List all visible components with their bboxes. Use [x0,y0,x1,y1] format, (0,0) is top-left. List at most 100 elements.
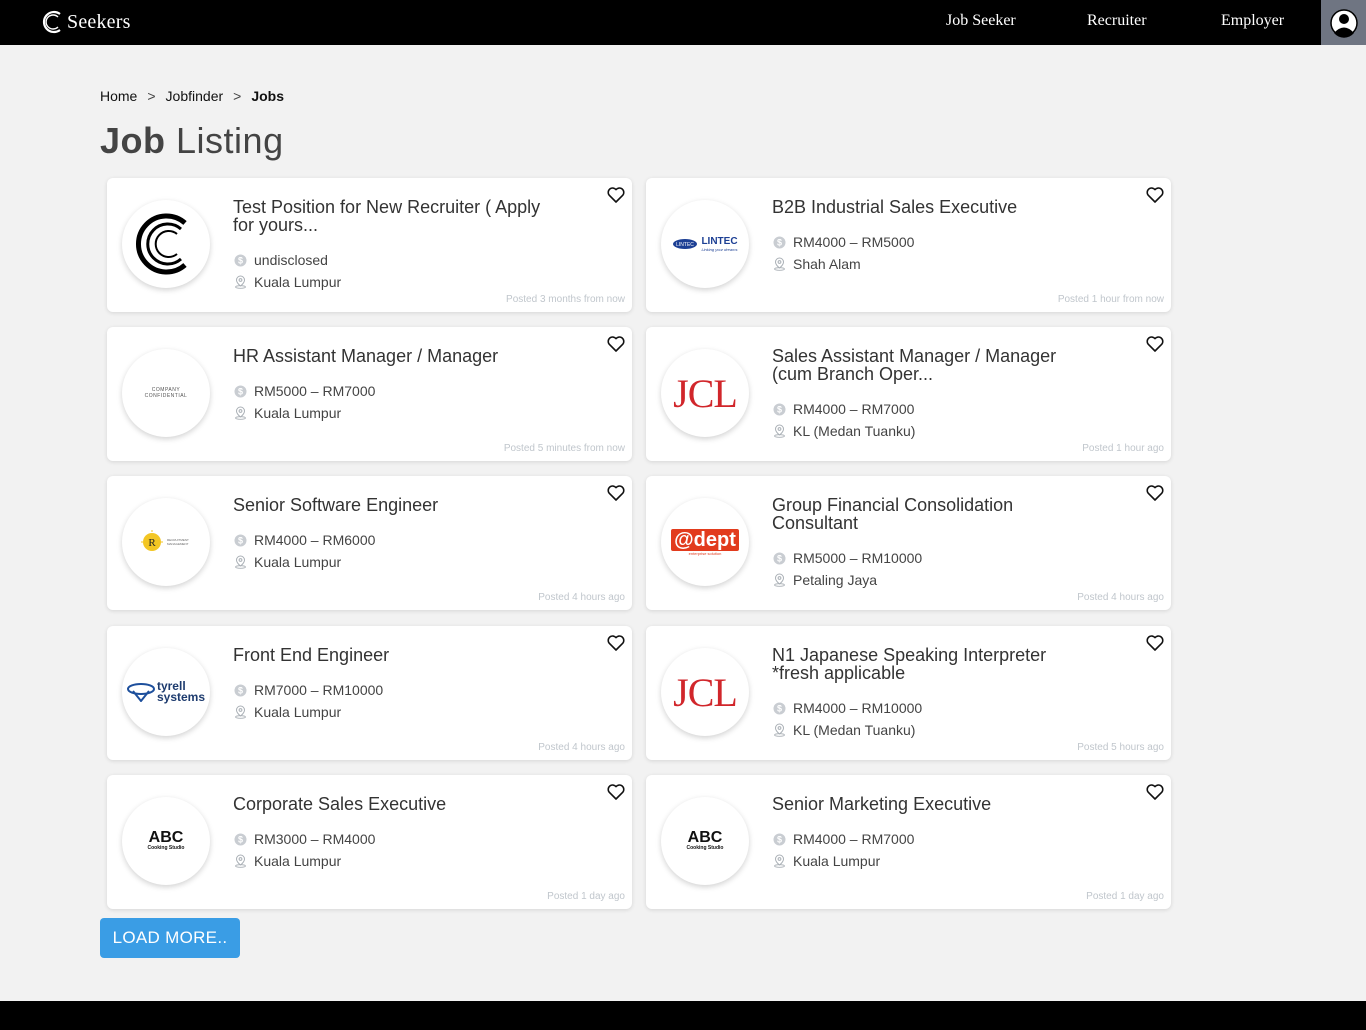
location-row: Kuala Lumpur [772,853,880,869]
company-logo: R RECRUITMENT MANAGEMENT [122,498,210,586]
heart-icon[interactable] [606,334,626,354]
top-navbar: Seekers Job Seeker Recruiter Employer [0,0,1366,45]
heart-icon[interactable] [606,483,626,503]
job-title[interactable]: Corporate Sales Executive [233,795,543,813]
job-card[interactable]: R RECRUITMENT MANAGEMENT Senior Software… [107,476,632,610]
user-icon [1329,8,1358,38]
user-avatar-button[interactable] [1321,0,1366,45]
salary-text: RM4000 – RM6000 [254,532,376,548]
posted-time: Posted 5 minutes from now [503,443,625,454]
nav-recruiter[interactable]: Recruiter [1087,12,1147,30]
salary-row: $ RM4000 – RM5000 [772,234,914,250]
job-title[interactable]: Senior Marketing Executive [772,795,1082,813]
breadcrumb-jobfinder[interactable]: Jobfinder [166,88,224,104]
location-pin-icon [233,854,247,868]
heart-icon[interactable] [1145,782,1165,802]
location-text: Kuala Lumpur [793,853,881,869]
brand-name: Seekers [67,10,131,33]
load-more-button[interactable]: LOAD MORE.. [100,918,240,958]
heart-icon[interactable] [1145,334,1165,354]
job-title[interactable]: Front End Engineer [233,646,543,664]
job-card[interactable]: ABC Cooking Studio Senior Marketing Exec… [646,775,1171,909]
posted-time: Posted 5 hours ago [1077,742,1164,753]
salary-text: RM4000 – RM10000 [793,700,923,716]
chevron-right-icon: > [233,88,242,104]
job-title[interactable]: Test Position for New Recruiter ( Apply … [233,198,543,234]
heart-icon[interactable] [1145,185,1165,205]
company-logo: LINTEC LINTEC Linking your dreams [661,200,749,288]
dollar-icon: $ [772,832,786,846]
nav-job-seeker[interactable]: Job Seeker [946,12,1016,30]
job-title[interactable]: HR Assistant Manager / Manager [233,347,543,365]
page-title-rest: Listing [176,120,284,161]
job-card[interactable]: Test Position for New Recruiter ( Apply … [107,178,632,312]
job-card[interactable]: @dept enterprise solution Group Financia… [646,476,1171,610]
location-row: Kuala Lumpur [233,704,341,720]
dollar-icon: $ [772,551,786,565]
job-card[interactable]: tyrell systems Front End Engineer $ RM700… [107,626,632,760]
job-card[interactable]: JCL N1 Japanese Speaking Interpreter *fr… [646,626,1171,760]
heart-icon[interactable] [606,782,626,802]
abc-cooking-studio-icon: ABC Cooking Studio [147,829,185,852]
svg-text:LINTEC: LINTEC [677,242,695,248]
salary-row: $ RM5000 – RM7000 [233,383,375,399]
brand-logo[interactable]: Seekers [40,9,131,35]
job-card[interactable]: LINTEC LINTEC Linking your dreams B2B Ind… [646,178,1171,312]
salary-text: RM5000 – RM7000 [254,383,376,399]
chevron-right-icon: > [147,88,156,104]
breadcrumb-current: Jobs [251,88,285,104]
job-title[interactable]: B2B Industrial Sales Executive [772,198,1082,216]
posted-time: Posted 1 day ago [1086,891,1164,902]
salary-text: RM4000 – RM7000 [793,401,915,417]
heart-icon[interactable] [1145,483,1165,503]
company-logo: JCL [661,648,749,736]
job-title[interactable]: N1 Japanese Speaking Interpreter *fresh … [772,646,1082,682]
svg-text:$: $ [776,703,781,713]
location-text: KL (Medan Tuanku) [793,722,916,738]
job-card[interactable]: COMPANY CONFIDENTIAL HR Assistant Manage… [107,327,632,461]
dollar-icon: $ [233,533,247,547]
salary-row: $ RM5000 – RM10000 [772,550,922,566]
abc-cooking-studio-icon: ABC Cooking Studio [686,829,724,852]
location-row: KL (Medan Tuanku) [772,423,915,439]
location-text: Kuala Lumpur [254,554,342,570]
salary-text: RM3000 – RM4000 [254,831,376,847]
company-logo [122,200,210,288]
dollar-icon: $ [233,832,247,846]
dollar-icon: $ [233,253,247,267]
heart-icon[interactable] [1145,633,1165,653]
job-title[interactable]: Sales Assistant Manager / Manager (cum B… [772,347,1082,383]
posted-time: Posted 1 day ago [547,891,625,902]
location-pin-icon [233,555,247,569]
salary-text: undisclosed [254,252,328,268]
svg-text:$: $ [776,404,781,414]
lintec-company-icon: LINTEC LINTEC Linking your dreams [672,236,738,252]
job-title[interactable]: Group Financial Consolidation Consultant [772,496,1082,532]
location-pin-icon [233,406,247,420]
svg-text:R: R [148,537,156,549]
page-title-bold: Job [100,120,166,161]
company-logo: @dept enterprise solution [661,498,749,586]
nav-employer[interactable]: Employer [1221,12,1284,30]
heart-icon[interactable] [606,185,626,205]
job-card[interactable]: ABC Cooking Studio Corporate Sales Execu… [107,775,632,909]
location-pin-icon [772,854,786,868]
posted-time: Posted 4 hours ago [538,742,625,753]
jcl-company-icon: JCL [673,370,738,416]
company-confidential-icon: COMPANY CONFIDENTIAL [144,387,188,399]
heart-icon[interactable] [606,633,626,653]
svg-text:$: $ [237,386,242,396]
breadcrumb: Home > Jobfinder > Jobs [100,88,284,104]
job-card[interactable]: JCL Sales Assistant Manager / Manager (c… [646,327,1171,461]
breadcrumb-home[interactable]: Home [100,88,137,104]
job-title[interactable]: Senior Software Engineer [233,496,543,514]
posted-time: Posted 1 hour from now [1057,294,1164,305]
salary-row: $ RM4000 – RM10000 [772,700,922,716]
location-text: Kuala Lumpur [254,704,342,720]
seekers-logo-icon [42,10,61,34]
location-text: Shah Alam [793,256,861,272]
location-text: KL (Medan Tuanku) [793,423,916,439]
salary-row: $ undisclosed [233,252,328,268]
salary-row: $ RM4000 – RM7000 [772,831,914,847]
company-logo: tyrell systems [122,648,210,736]
